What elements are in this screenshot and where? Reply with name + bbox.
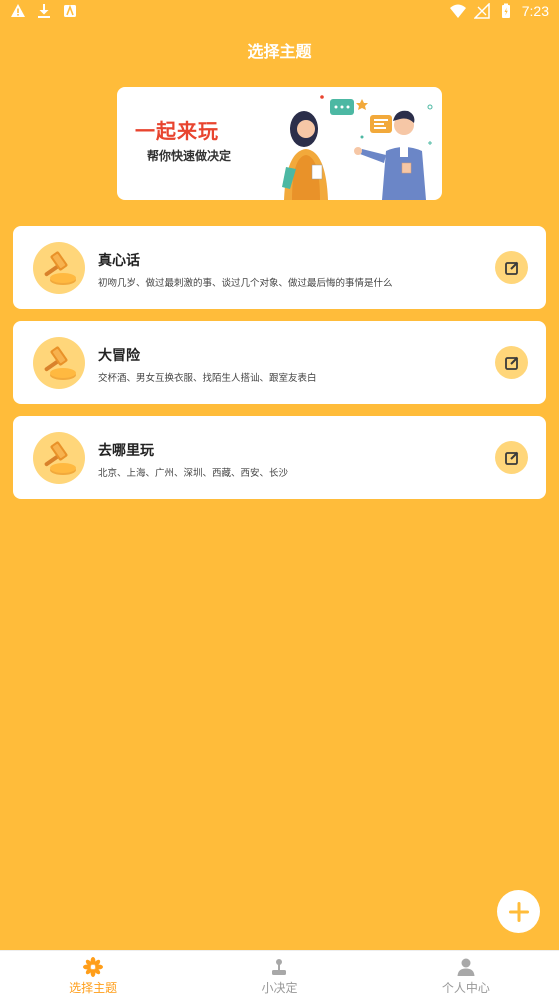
gavel-icon — [33, 337, 85, 389]
warning-icon — [11, 4, 25, 17]
tab-small-decision[interactable]: 小决定 — [186, 951, 372, 997]
theme-title: 真心话 — [98, 253, 140, 269]
gavel-icon — [33, 432, 85, 484]
theme-card[interactable]: 真心话 初吻几岁、做过最刺激的事、谈过几个对象、做过最后悔的事情是什么 — [13, 226, 546, 309]
banner-subline: 帮你快速做决定 — [147, 149, 232, 163]
gavel-icon — [33, 242, 85, 294]
theme-description: 北京、上海、广州、深圳、西藏、西安、长沙 — [98, 468, 289, 479]
banner-headline: 一起来玩 — [135, 119, 219, 143]
edit-icon — [504, 356, 518, 370]
signal-icon — [473, 3, 490, 19]
tab-label: 个人中心 — [441, 981, 490, 995]
wifi-icon — [449, 4, 466, 18]
person-icon — [457, 958, 475, 976]
edit-button[interactable] — [495, 251, 528, 284]
bottom-tab-bar: 选择主题 小决定 个人中心 — [0, 950, 559, 997]
tab-personal-center[interactable]: 个人中心 — [373, 951, 559, 997]
flower-icon — [83, 957, 104, 977]
banner: 一起来玩 帮你快速做决定 — [117, 87, 442, 200]
battery-icon — [501, 3, 510, 18]
theme-description: 交杯酒、男女互换衣服、找陌生人搭讪、跟室友表白 — [98, 373, 317, 384]
theme-description: 初吻几岁、做过最刺激的事、谈过几个对象、做过最后悔的事情是什么 — [98, 278, 393, 289]
download-icon — [38, 4, 50, 18]
add-theme-button[interactable] — [497, 890, 540, 933]
tab-select-theme[interactable]: 选择主题 — [0, 951, 186, 997]
banner-illustration — [282, 95, 433, 200]
edit-button[interactable] — [495, 441, 528, 474]
theme-title: 大冒险 — [98, 348, 140, 364]
edit-button[interactable] — [495, 346, 528, 379]
app-notification-icon — [64, 4, 76, 17]
status-bar: 7:23 — [0, 0, 559, 26]
clock: 7:23 — [521, 3, 549, 19]
tab-label: 选择主题 — [69, 981, 118, 995]
page-title: 选择主题 — [247, 42, 312, 61]
theme-card[interactable]: 去哪里玩 北京、上海、广州、深圳、西藏、西安、长沙 — [13, 416, 546, 499]
tab-label: 小决定 — [261, 981, 298, 995]
edit-icon — [504, 261, 518, 275]
theme-title: 去哪里玩 — [98, 443, 154, 459]
edit-icon — [504, 451, 518, 465]
plus-icon — [508, 901, 529, 922]
theme-card[interactable]: 大冒险 交杯酒、男女互换衣服、找陌生人搭讪、跟室友表白 — [13, 321, 546, 404]
joystick-icon — [272, 959, 287, 975]
